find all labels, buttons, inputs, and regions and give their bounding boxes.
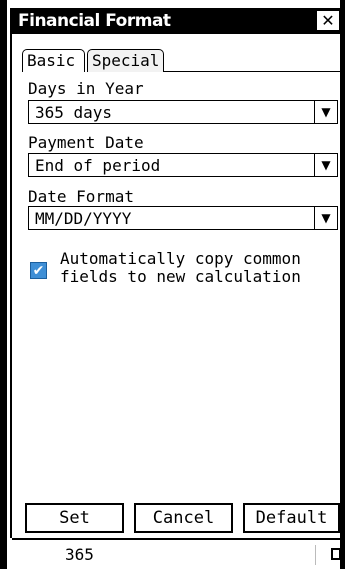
dialog-title: Financial Format <box>18 11 171 31</box>
payment-date-value: End of period <box>35 156 161 175</box>
tab-divider <box>164 71 340 72</box>
battery-icon <box>331 548 340 560</box>
days-in-year-label: Days in Year <box>28 79 144 98</box>
chevron-down-icon[interactable]: ▼ <box>314 101 337 123</box>
status-bar: 365 <box>7 540 340 569</box>
tab-basic[interactable]: Basic <box>22 49 85 72</box>
payment-date-select[interactable]: End of period ▼ <box>28 153 338 177</box>
auto-copy-label: Automatically copy common fields to new … <box>60 249 301 286</box>
set-button[interactable]: Set <box>25 503 124 533</box>
date-format-value: MM/DD/YYYY <box>35 209 132 228</box>
payment-date-label: Payment Date <box>28 133 144 152</box>
date-format-select[interactable]: MM/DD/YYYY ▼ <box>28 206 338 230</box>
tab-special[interactable]: Special <box>87 49 164 72</box>
days-in-year-value: 365 days <box>35 103 113 122</box>
days-in-year-select[interactable]: 365 days ▼ <box>28 100 338 124</box>
close-button[interactable]: ✕ <box>316 10 340 31</box>
checkmark-icon: ✔ <box>32 262 45 279</box>
date-format-label: Date Format <box>28 187 134 206</box>
chevron-down-icon[interactable]: ▼ <box>314 154 337 176</box>
chevron-down-icon[interactable]: ▼ <box>314 207 337 229</box>
cancel-button[interactable]: Cancel <box>134 503 233 533</box>
default-button[interactable]: Default <box>243 503 340 533</box>
window-left-edge <box>0 0 7 569</box>
status-value: 365 <box>65 545 94 564</box>
dialog-titlebar: Financial Format ✕ <box>10 8 342 34</box>
status-divider <box>315 545 316 565</box>
close-icon: ✕ <box>321 11 335 30</box>
auto-copy-checkbox[interactable]: ✔ <box>30 262 47 279</box>
